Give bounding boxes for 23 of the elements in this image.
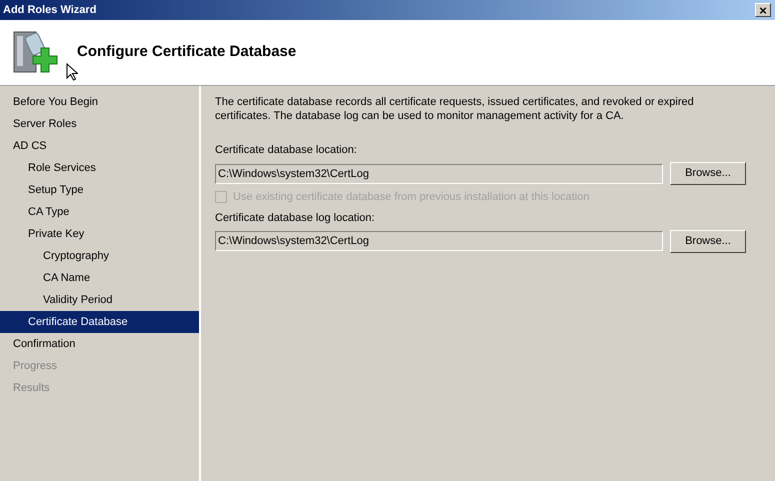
step-item[interactable]: Before You Begin xyxy=(0,91,199,113)
step-item[interactable]: CA Type xyxy=(0,201,199,223)
close-button[interactable]: × xyxy=(755,3,771,17)
description-text: The certificate database records all certificate requests, issued certificates, and revoked or expired certificates. The database log can be used to monitor management activity for a CA. xyxy=(215,95,695,123)
step-item[interactable]: AD CS xyxy=(0,135,199,157)
step-item[interactable]: CA Name xyxy=(0,267,199,289)
step-item[interactable]: Certificate Database xyxy=(0,311,199,333)
window-title: Add Roles Wizard xyxy=(3,2,96,18)
step-item[interactable]: Setup Type xyxy=(0,179,199,201)
step-item[interactable]: Role Services xyxy=(0,157,199,179)
mouse-pointer-icon xyxy=(66,63,78,81)
field-label: Certificate database log location: xyxy=(215,212,376,224)
path-field[interactable]: C:\Windows\system32\CertLog xyxy=(215,164,663,184)
step-item[interactable]: Confirmation xyxy=(0,333,199,355)
step-item[interactable]: Cryptography xyxy=(0,245,199,267)
browse-button[interactable]: Browse... xyxy=(670,230,746,252)
page-title: Configure Certificate Database xyxy=(77,42,296,62)
browse-button[interactable]: Browse... xyxy=(670,162,746,185)
path-field[interactable]: C:\Windows\system32\CertLog xyxy=(215,231,663,251)
field-label: Certificate database location: xyxy=(215,144,358,157)
step-item[interactable]: Server Roles xyxy=(0,113,199,135)
step-item[interactable]: Private Key xyxy=(0,223,199,245)
step-item[interactable]: Validity Period xyxy=(0,289,199,311)
